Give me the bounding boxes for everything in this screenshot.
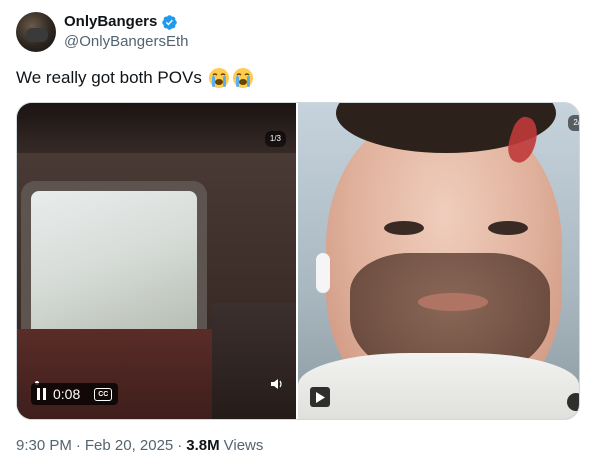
tweet-time[interactable]: 9:30 PM: [16, 436, 72, 456]
author-avatar[interactable]: [16, 12, 56, 52]
more-icon[interactable]: [567, 393, 579, 411]
scene-earbud: [316, 253, 330, 293]
media-counter-left: 1/3: [264, 131, 286, 147]
verified-badge-icon[interactable]: [161, 14, 178, 31]
scene-mouth: [418, 293, 488, 311]
views-count: 3.8M: [186, 437, 220, 454]
loudly-crying-face-icon: [232, 67, 254, 89]
tweet-text: We really got both POVs: [16, 66, 254, 90]
tweet-meta: 9:30 PM · Feb 20, 2025 · 3.8M Views: [16, 436, 263, 456]
video-right[interactable]: 2/: [298, 103, 579, 419]
video-left[interactable]: 1/3 0:08 CC: [17, 103, 296, 419]
author-names: OnlyBangers @OnlyBangersEth: [64, 12, 188, 52]
scene-eye-right: [488, 221, 528, 235]
author-display-name[interactable]: OnlyBangers: [64, 12, 157, 32]
video-controls: 0:08 CC: [31, 383, 119, 405]
media-grid: 1/3 0:08 CC 2/: [16, 102, 580, 420]
volume-icon[interactable]: [270, 377, 284, 391]
loudly-crying-face-icon: [208, 67, 230, 89]
video-elapsed-time: 0:08: [53, 386, 81, 402]
scene-eye-left: [384, 221, 424, 235]
scene-sill: [17, 329, 217, 419]
media-counter-right: 2/: [568, 115, 579, 131]
meta-separator: ·: [75, 437, 81, 454]
tweet-header: OnlyBangers @OnlyBangersEth: [16, 12, 188, 52]
play-icon[interactable]: [310, 387, 330, 407]
meta-separator: ·: [177, 437, 183, 454]
pause-icon[interactable]: [37, 388, 47, 400]
name-row: OnlyBangers: [64, 12, 188, 32]
scene-shirt: [298, 353, 579, 419]
scene-seat: [212, 303, 296, 419]
author-handle[interactable]: @OnlyBangersEth: [64, 32, 188, 52]
views-label: Views: [223, 437, 264, 454]
tweet-date[interactable]: Feb 20, 2025: [85, 436, 173, 456]
tweet-text-content: We really got both POVs: [16, 68, 202, 87]
closed-captions-icon[interactable]: CC: [94, 387, 113, 401]
